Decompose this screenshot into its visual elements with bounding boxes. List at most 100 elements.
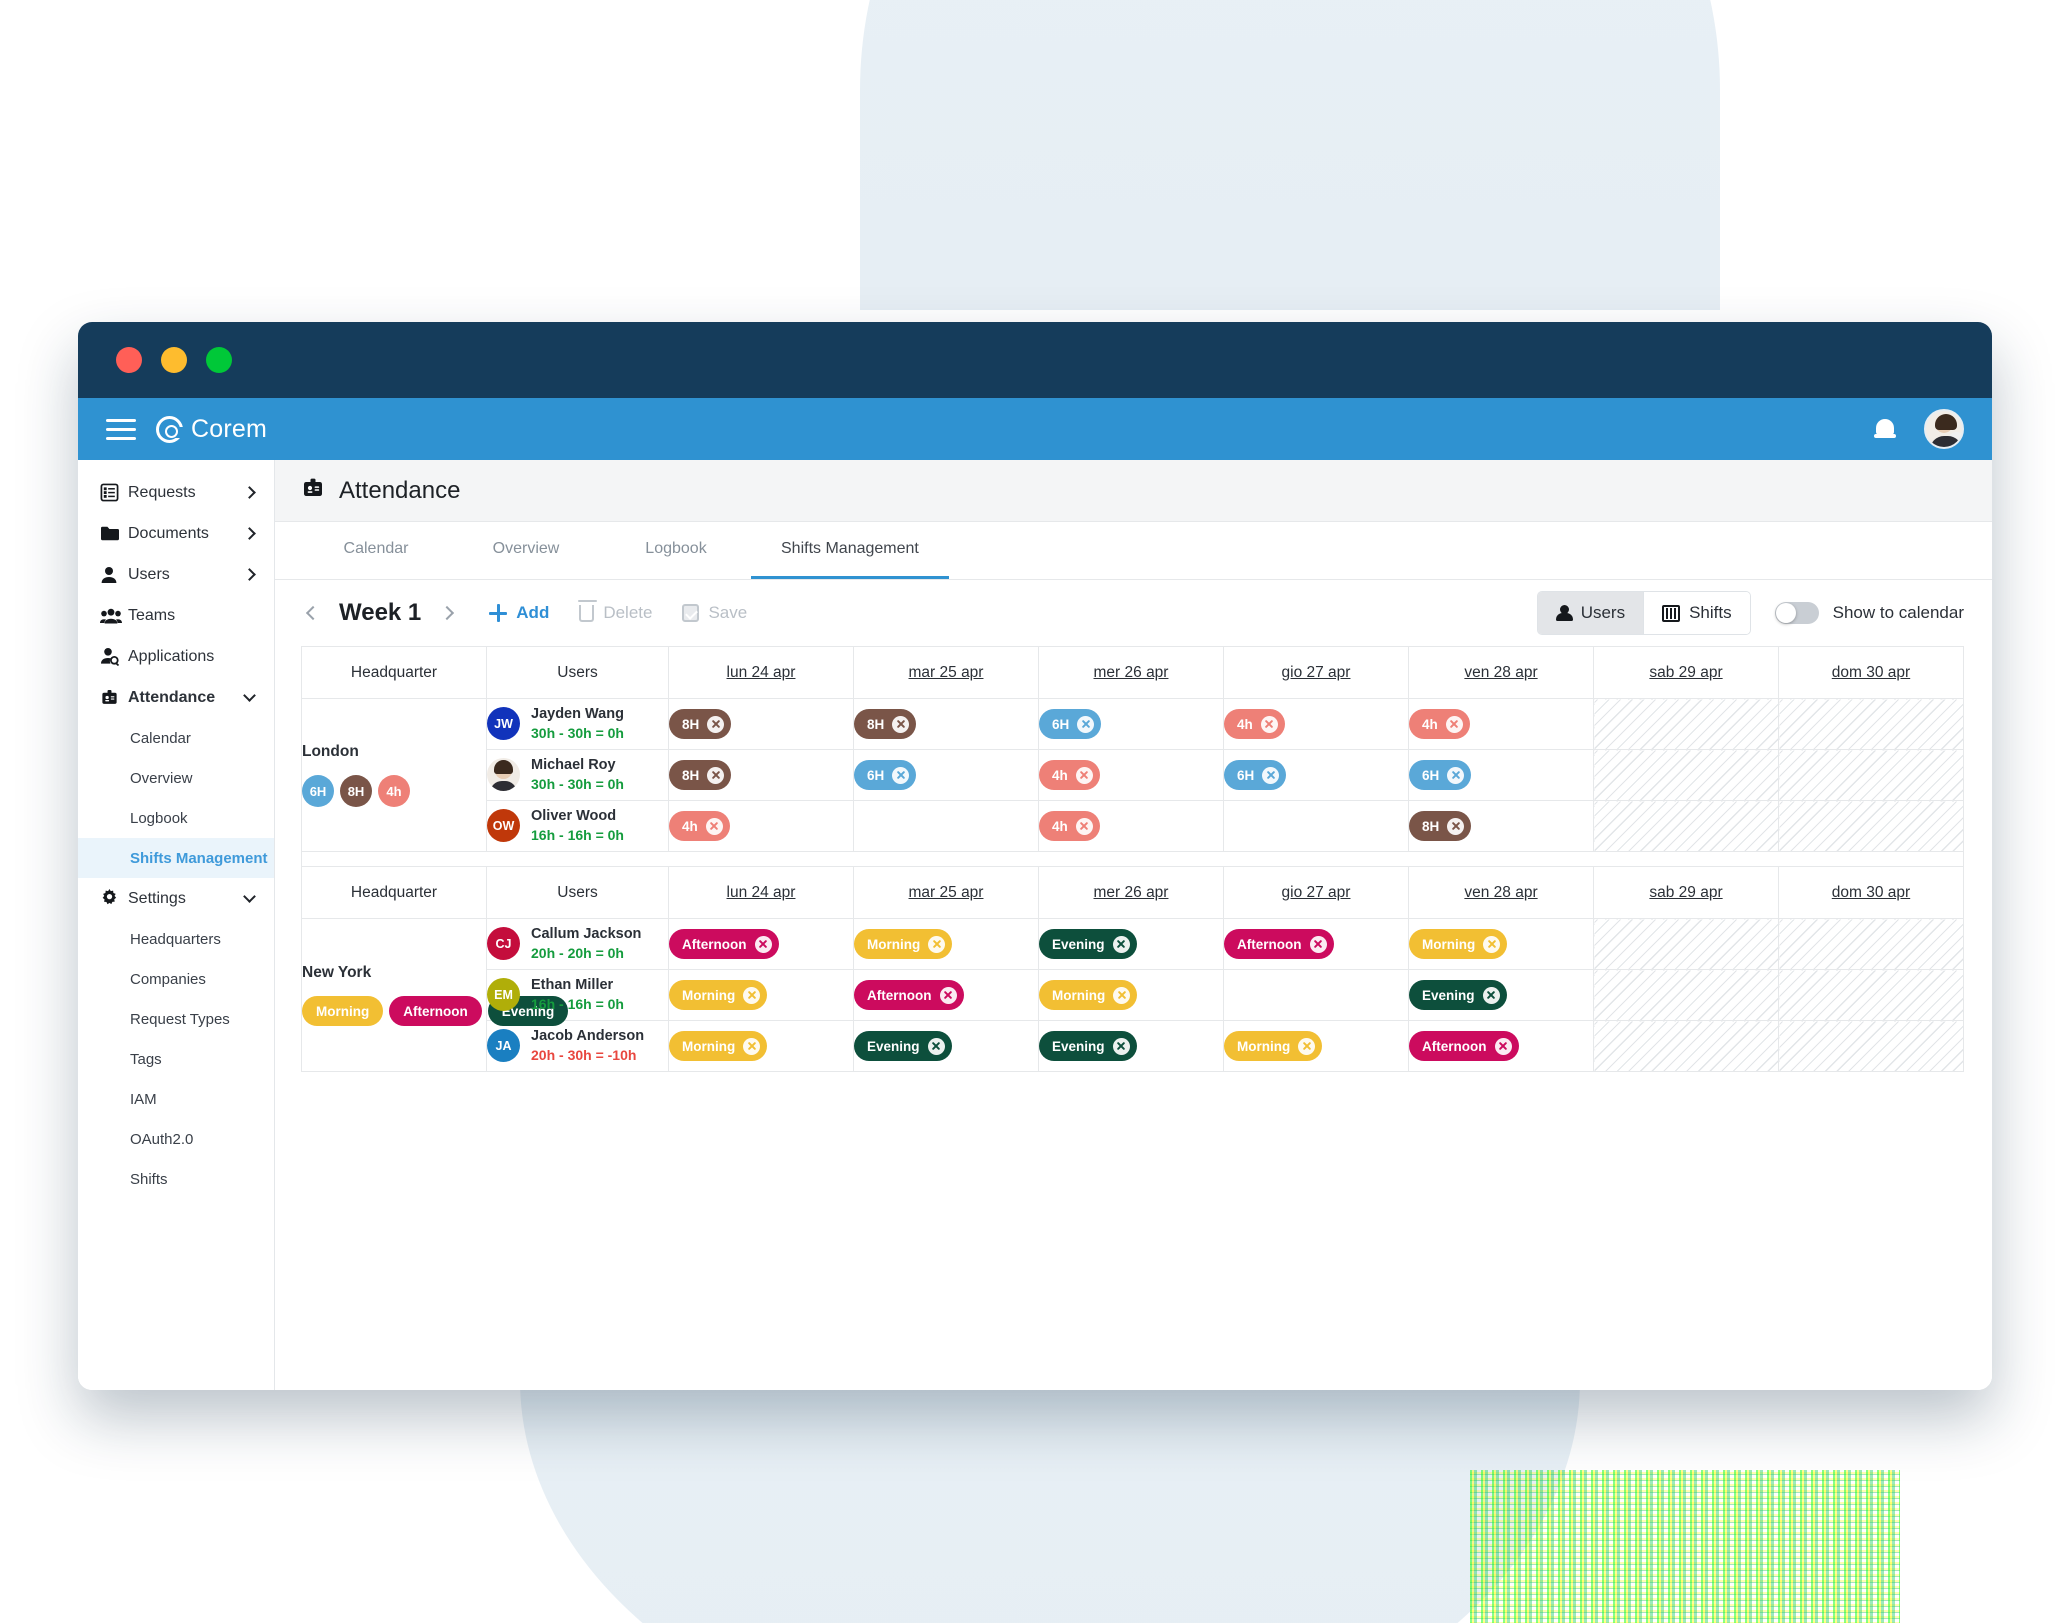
remove-shift-icon[interactable] bbox=[1260, 715, 1278, 733]
shift-cell[interactable]: 8H bbox=[1408, 800, 1594, 852]
delete-button[interactable]: Delete bbox=[578, 599, 652, 623]
sidebar-item-request-types[interactable]: Request Types bbox=[78, 999, 274, 1039]
remove-shift-icon[interactable] bbox=[1447, 817, 1465, 835]
hamburger-menu-icon[interactable] bbox=[106, 418, 136, 440]
save-button[interactable]: Save bbox=[682, 603, 747, 623]
column-header-day[interactable]: lun 24 apr bbox=[668, 646, 854, 699]
sidebar-item-shifts[interactable]: Shifts bbox=[78, 1159, 274, 1199]
shift-cell-empty[interactable] bbox=[1593, 800, 1779, 852]
previous-week-button[interactable] bbox=[301, 601, 325, 625]
shift-chip[interactable]: 8H bbox=[854, 709, 917, 739]
shift-cell[interactable]: 4h bbox=[668, 800, 854, 852]
column-header-day[interactable]: dom 30 apr bbox=[1778, 646, 1964, 699]
shift-cell-empty[interactable] bbox=[1593, 749, 1779, 801]
remove-shift-icon[interactable] bbox=[743, 1037, 761, 1055]
shift-chip[interactable]: Afternoon bbox=[854, 980, 964, 1010]
shift-cell-empty[interactable] bbox=[1778, 1020, 1964, 1072]
sidebar-item-teams[interactable]: Teams bbox=[78, 595, 274, 636]
next-week-button[interactable] bbox=[435, 601, 459, 625]
remove-shift-icon[interactable] bbox=[1447, 766, 1465, 784]
remove-shift-icon[interactable] bbox=[1075, 817, 1093, 835]
column-header-day[interactable]: mer 26 apr bbox=[1038, 646, 1224, 699]
shift-chip[interactable]: Evening bbox=[1409, 980, 1507, 1010]
remove-shift-icon[interactable] bbox=[1077, 715, 1095, 733]
shift-chip[interactable]: 8H bbox=[1409, 811, 1472, 841]
sidebar-item-overview[interactable]: Overview bbox=[78, 758, 274, 798]
shift-cell[interactable]: Evening bbox=[1038, 918, 1224, 970]
remove-shift-icon[interactable] bbox=[892, 715, 910, 733]
remove-shift-icon[interactable] bbox=[1482, 986, 1500, 1004]
remove-shift-icon[interactable] bbox=[707, 715, 725, 733]
shift-chip[interactable]: 4h bbox=[669, 811, 730, 841]
column-header-day[interactable]: ven 28 apr bbox=[1408, 646, 1594, 699]
shift-cell[interactable]: Morning bbox=[853, 918, 1039, 970]
column-header-day[interactable]: dom 30 apr bbox=[1778, 866, 1964, 919]
shift-chip[interactable]: 4h bbox=[1224, 709, 1285, 739]
shift-chip[interactable]: 4h bbox=[1039, 811, 1100, 841]
shift-chip[interactable]: 6H bbox=[1409, 760, 1472, 790]
sidebar-item-settings[interactable]: Settings bbox=[78, 878, 274, 919]
shift-cell[interactable]: 8H bbox=[668, 698, 854, 750]
column-header-day[interactable]: gio 27 apr bbox=[1223, 866, 1409, 919]
shift-cell-empty[interactable] bbox=[1593, 918, 1779, 970]
shift-chip[interactable]: Afternoon bbox=[1224, 929, 1334, 959]
remove-shift-icon[interactable] bbox=[1113, 986, 1131, 1004]
shift-cell[interactable]: Evening bbox=[1038, 1020, 1224, 1072]
shift-cell-empty[interactable] bbox=[1593, 1020, 1779, 1072]
remove-shift-icon[interactable] bbox=[1445, 715, 1463, 733]
notification-bell-icon[interactable] bbox=[1874, 417, 1896, 441]
shift-cell[interactable]: 6H bbox=[1223, 749, 1409, 801]
shift-cell[interactable]: 4h bbox=[1038, 800, 1224, 852]
remove-shift-icon[interactable] bbox=[939, 986, 957, 1004]
add-button[interactable]: Add bbox=[489, 603, 549, 623]
shift-chip[interactable]: 6H bbox=[1039, 709, 1102, 739]
view-mode-users-button[interactable]: Users bbox=[1537, 592, 1644, 634]
shift-chip[interactable]: 8H bbox=[669, 760, 732, 790]
shift-cell[interactable]: Morning bbox=[1408, 918, 1594, 970]
shift-cell-empty[interactable] bbox=[1778, 969, 1964, 1021]
shift-cell[interactable]: Morning bbox=[1038, 969, 1224, 1021]
remove-shift-icon[interactable] bbox=[1494, 1037, 1512, 1055]
brand-logo[interactable]: Corem bbox=[156, 415, 267, 444]
remove-shift-icon[interactable] bbox=[705, 817, 723, 835]
shift-cell[interactable]: Morning bbox=[668, 969, 854, 1021]
shift-chip[interactable]: 8H bbox=[669, 709, 732, 739]
view-mode-shifts-button[interactable]: Shifts bbox=[1643, 592, 1750, 634]
shift-cell-empty[interactable] bbox=[1778, 749, 1964, 801]
sidebar-item-iam[interactable]: IAM bbox=[78, 1079, 274, 1119]
column-header-day[interactable]: sab 29 apr bbox=[1593, 646, 1779, 699]
show-to-calendar-toggle[interactable]: Show to calendar bbox=[1774, 602, 1964, 624]
shift-cell-empty[interactable] bbox=[1223, 800, 1409, 852]
column-header-day[interactable]: mer 26 apr bbox=[1038, 866, 1224, 919]
shift-chip[interactable]: 4h bbox=[1039, 760, 1100, 790]
sidebar-item-headquarters[interactable]: Headquarters bbox=[78, 919, 274, 959]
remove-shift-icon[interactable] bbox=[892, 766, 910, 784]
shift-cell[interactable]: Morning bbox=[1223, 1020, 1409, 1072]
tab-overview[interactable]: Overview bbox=[451, 522, 601, 579]
remove-shift-icon[interactable] bbox=[1112, 1037, 1130, 1055]
shift-chip[interactable]: Morning bbox=[1224, 1031, 1323, 1061]
shift-cell[interactable]: 6H bbox=[1408, 749, 1594, 801]
tab-logbook[interactable]: Logbook bbox=[601, 522, 751, 579]
shift-cell-empty[interactable] bbox=[1778, 800, 1964, 852]
shift-cell-empty[interactable] bbox=[1593, 698, 1779, 750]
sidebar-item-shifts-management[interactable]: Shifts Management bbox=[78, 838, 274, 878]
shift-cell[interactable]: Afternoon bbox=[1408, 1020, 1594, 1072]
shift-cell[interactable]: Afternoon bbox=[668, 918, 854, 970]
shift-chip[interactable]: Morning bbox=[854, 929, 953, 959]
remove-shift-icon[interactable] bbox=[1075, 766, 1093, 784]
shift-cell[interactable]: 4h bbox=[1038, 749, 1224, 801]
sidebar-item-companies[interactable]: Companies bbox=[78, 959, 274, 999]
column-header-day[interactable]: mar 25 apr bbox=[853, 646, 1039, 699]
tab-shifts-management[interactable]: Shifts Management bbox=[751, 522, 949, 579]
remove-shift-icon[interactable] bbox=[1112, 935, 1130, 953]
minimize-window-button[interactable] bbox=[161, 347, 187, 373]
maximize-window-button[interactable] bbox=[206, 347, 232, 373]
shift-cell[interactable]: Afternoon bbox=[1223, 918, 1409, 970]
sidebar-item-oauth2-0[interactable]: OAuth2.0 bbox=[78, 1119, 274, 1159]
shift-cell[interactable]: 6H bbox=[1038, 698, 1224, 750]
shift-chip[interactable]: Afternoon bbox=[1409, 1031, 1519, 1061]
shift-chip[interactable]: 6H bbox=[854, 760, 917, 790]
toggle-switch[interactable] bbox=[1774, 602, 1819, 624]
shift-cell[interactable]: 6H bbox=[853, 749, 1039, 801]
